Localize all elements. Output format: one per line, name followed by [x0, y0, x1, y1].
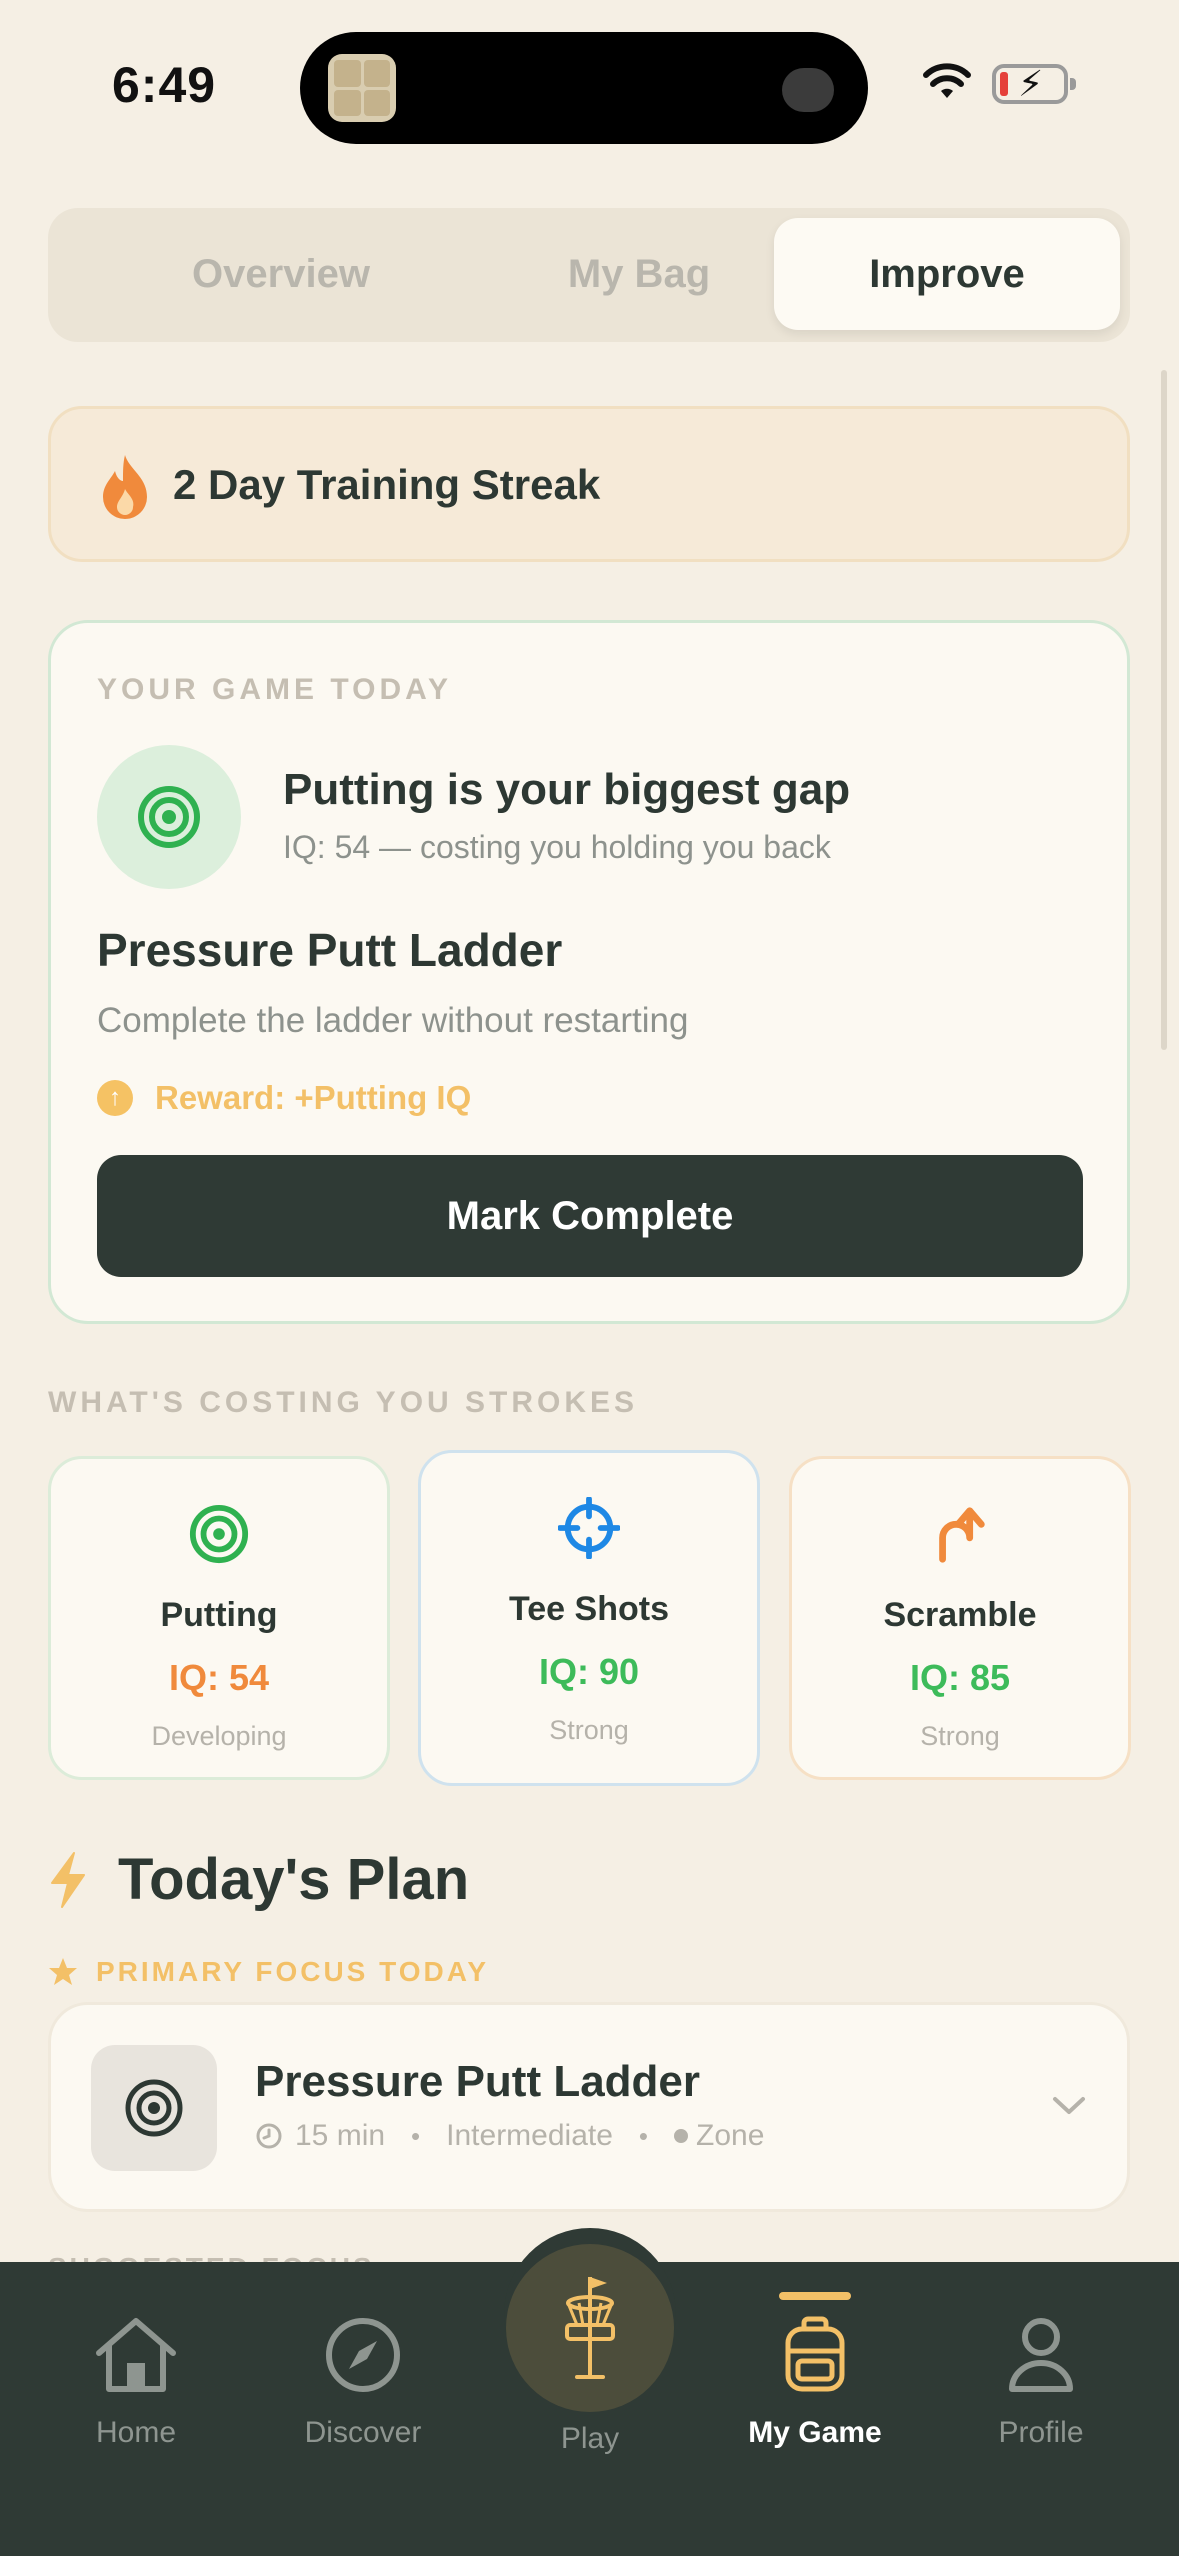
lightning-icon: [51, 1851, 85, 1908]
tab-my-bag[interactable]: My Bag: [466, 218, 812, 330]
primary-focus-label: PRIMARY FOCUS TODAY: [48, 1956, 489, 1988]
tab-overview[interactable]: Overview: [108, 218, 454, 330]
tab-play[interactable]: Play: [490, 2310, 690, 2460]
stat-status: Strong: [920, 1721, 1000, 1751]
zone-dot-icon: [674, 2129, 689, 2143]
arrow-up-circle-icon: ↑: [97, 1080, 133, 1116]
gap-subtitle: IQ: 54 — costing you holding you back: [283, 829, 831, 865]
tab-label: Play: [560, 2422, 620, 2455]
home-icon: [96, 2318, 176, 2392]
stat-iq: IQ: 85: [909, 1657, 1011, 1698]
battery-icon: ⚡: [992, 64, 1076, 104]
backpack-icon: [785, 2316, 845, 2392]
target-icon: [125, 2079, 183, 2137]
streak-text: 2 Day Training Streak: [173, 461, 601, 508]
status-time: 6:49: [112, 57, 217, 113]
plan-item-icon-tile: [91, 2045, 217, 2171]
gap-title: Putting is your biggest gap: [283, 765, 851, 814]
tab-label: Profile: [998, 2416, 1084, 2449]
tab-label: My Game: [748, 2416, 882, 2449]
stat-status: Strong: [549, 1715, 629, 1745]
target-badge: [97, 745, 241, 889]
primary-focus-text: PRIMARY FOCUS TODAY: [96, 1956, 490, 1987]
stat-card-tee-shots[interactable]: Tee Shots IQ: 90 Strong: [418, 1450, 760, 1786]
section-eyebrow: YOUR GAME TODAY: [97, 673, 453, 706]
stat-status: Developing: [151, 1721, 287, 1751]
drill-description: Complete the ladder without restarting: [97, 1001, 689, 1040]
flame-icon: [103, 455, 147, 519]
turn-up-arrow-icon: [939, 1507, 985, 1563]
chevron-down-icon[interactable]: [1051, 2093, 1087, 2117]
tab-discover[interactable]: Discover: [263, 2310, 463, 2450]
tab-label: Discover: [304, 2416, 422, 2449]
reward-text: Reward: +Putting IQ: [155, 1079, 472, 1116]
plan-item-meta: 15 min • Intermediate • Zone: [255, 2119, 764, 2153]
active-tab-indicator: [779, 2292, 851, 2300]
target-icon: [138, 786, 200, 848]
plan-item-name: Pressure Putt Ladder: [255, 2057, 701, 2106]
plan-duration: 15 min: [295, 2119, 386, 2152]
todays-plan-title: Today's Plan: [118, 1847, 470, 1912]
wifi-icon: [923, 63, 971, 98]
tab-profile[interactable]: Profile: [941, 2310, 1141, 2450]
mark-complete-button[interactable]: Mark Complete: [97, 1155, 1083, 1277]
person-icon: [1009, 2318, 1073, 2392]
live-activity-app-icon: [328, 54, 396, 122]
target-icon: [189, 1504, 249, 1564]
stat-label: Tee Shots: [509, 1590, 669, 1628]
star-icon: [49, 1958, 77, 1985]
tab-label: Home: [95, 2416, 177, 2449]
segmented-control: Overview My Bag Improve: [48, 208, 1130, 342]
plan-type: Zone: [696, 2119, 765, 2152]
clock-icon: [256, 2123, 282, 2149]
camera-icon: [782, 68, 834, 112]
status-bar: 6:49 ⚡: [0, 0, 1179, 170]
stat-card-scramble[interactable]: Scramble IQ: 85 Strong: [789, 1456, 1131, 1780]
compass-icon: [326, 2318, 400, 2392]
stat-card-putting[interactable]: Putting IQ: 54 Developing: [48, 1456, 390, 1780]
stat-iq: IQ: 90: [538, 1651, 640, 1692]
crosshair-icon: [557, 1496, 621, 1560]
tab-improve[interactable]: Improve: [774, 218, 1120, 330]
training-streak-banner: 2 Day Training Streak: [48, 406, 1130, 562]
stat-iq: IQ: 54: [168, 1657, 270, 1698]
separator: •: [411, 2120, 421, 2151]
plan-level: Intermediate: [446, 2119, 613, 2152]
drill-title: Pressure Putt Ladder: [97, 924, 563, 976]
separator: •: [638, 2120, 649, 2151]
stat-label: Scramble: [883, 1596, 1037, 1634]
dynamic-island: [300, 32, 868, 144]
game-today-card: YOUR GAME TODAY Putting is your biggest …: [48, 620, 1130, 1324]
tab-home[interactable]: Home: [36, 2310, 236, 2450]
stat-label: Putting: [160, 1596, 278, 1634]
costing-eyebrow: WHAT'S COSTING YOU STROKES: [48, 1386, 639, 1419]
plan-item-card[interactable]: Pressure Putt Ladder 15 min • Intermedia…: [48, 2002, 1130, 2212]
scrollbar[interactable]: [1161, 370, 1167, 1050]
reward-row: ↑ Reward: +Putting IQ: [97, 1079, 471, 1117]
tab-my-game[interactable]: My Game: [715, 2310, 915, 2450]
todays-plan-header: Today's Plan: [48, 1846, 469, 1913]
